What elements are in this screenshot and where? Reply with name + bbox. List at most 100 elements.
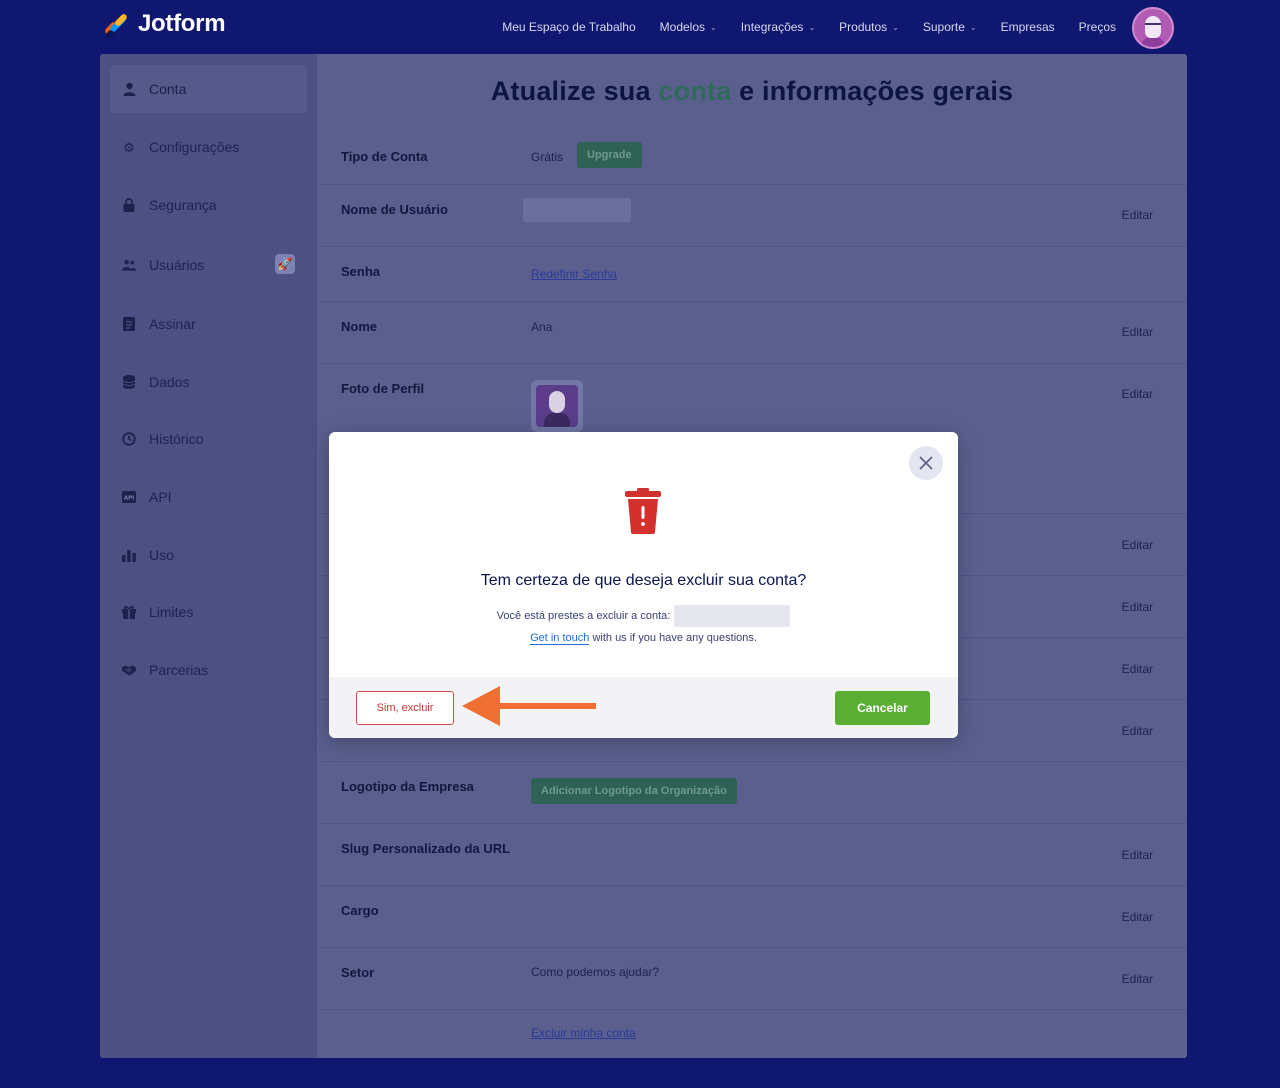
sidebar-item-configuracoes[interactable]: ⚙ Configurações (110, 123, 307, 171)
get-in-touch-link[interactable]: Get in touch (530, 632, 590, 645)
cancel-button[interactable]: Cancelar (835, 691, 930, 725)
field-label: Cargo (341, 903, 379, 918)
sidebar-item-limites[interactable]: Limites (110, 588, 307, 636)
edit-link[interactable]: Editar (1122, 600, 1153, 614)
database-icon (122, 375, 136, 389)
trash-warning-icon (625, 488, 661, 534)
field-label: Logotipo da Empresa (341, 779, 474, 794)
delete-account-link[interactable]: Excluir minha conta (531, 1026, 636, 1040)
sidebar-item-conta[interactable]: Conta (110, 65, 307, 113)
edit-link[interactable]: Editar (1122, 538, 1153, 552)
chevron-down-icon: ⌄ (892, 22, 899, 32)
upgrade-button[interactable]: Upgrade (577, 142, 642, 168)
nav-item-label: Modelos (659, 20, 706, 34)
chevron-down-icon: ⌄ (710, 22, 717, 32)
jotform-logo[interactable]: Jotform (103, 10, 226, 39)
nav-item-modelos[interactable]: Modelos ⌄ (660, 20, 717, 34)
sidebar-item-label: Configurações (149, 139, 240, 155)
sidebar-item-label: Segurança (149, 197, 217, 213)
add-logo-button[interactable]: Adicionar Logotipo da Organização (531, 778, 737, 804)
sidebar-item-assinar[interactable]: Assinar (110, 300, 307, 348)
sidebar-item-uso[interactable]: Uso (110, 531, 307, 579)
handshake-icon (122, 663, 136, 677)
annotation-arrow-icon (462, 686, 596, 726)
name-value: Ana (531, 320, 553, 334)
dialog-subtitle: Você está prestes a excluir a conta: (329, 605, 958, 627)
nav-item-workspace[interactable]: Meu Espaço de Trabalho (502, 20, 635, 34)
profile-photo[interactable] (531, 380, 583, 432)
profile-photo-image (536, 385, 578, 427)
edit-link[interactable]: Editar (1122, 848, 1153, 862)
sidebar-item-api[interactable]: API API (110, 473, 307, 521)
settings-sidebar: Conta ⚙ Configurações Segurança Usuários… (100, 54, 317, 1058)
field-label: Setor (341, 965, 375, 980)
brand-name: Jotform (138, 10, 226, 37)
sidebar-item-label: Parcerias (149, 662, 209, 678)
sidebar-item-label: API (149, 489, 172, 505)
reset-password-link[interactable]: Redefinir Senha (531, 267, 617, 281)
nav-item-suporte[interactable]: Suporte ⌄ (923, 20, 977, 34)
nav-item-produtos[interactable]: Produtos ⌄ (839, 20, 899, 34)
row-nome: Nome Ana Editar (317, 302, 1187, 364)
row-logotipo: Logotipo da Empresa (317, 762, 1187, 824)
page-title: Atualize sua conta e informações gerais (317, 76, 1187, 107)
svg-text:API: API (124, 496, 134, 502)
user-avatar[interactable] (1132, 7, 1174, 49)
sidebar-item-label: Conta (149, 81, 187, 97)
edit-link[interactable]: Editar (1122, 662, 1153, 676)
row-nome-usuario: Nome de Usuário Editar (317, 185, 1187, 247)
confirm-delete-button[interactable]: Sim, excluir (356, 691, 454, 725)
nav-item-label: Integrações (740, 20, 804, 34)
gift-icon (122, 605, 136, 619)
sidebar-item-dados[interactable]: Dados (110, 358, 307, 406)
sidebar-item-label: Usuários (149, 257, 205, 273)
sidebar-item-label: Assinar (149, 316, 196, 332)
avatar-face (1145, 16, 1161, 38)
page-title-accent: conta (658, 76, 732, 106)
delete-account-dialog: Tem certeza de que deseja excluir sua co… (329, 432, 958, 738)
dialog-title: Tem certeza de que deseja excluir sua co… (480, 572, 807, 589)
field-label: Senha (341, 264, 381, 279)
nav-item-label: Empresas (1000, 20, 1055, 34)
dialog-subtitle-text: Você está prestes a excluir a conta: (496, 609, 671, 622)
account-type-value: Grátis (531, 150, 564, 164)
field-label: Slug Personalizado da URL (341, 841, 511, 856)
edit-link[interactable]: Editar (1122, 910, 1153, 924)
edit-link[interactable]: Editar (1122, 208, 1153, 222)
avatar-body (1141, 37, 1165, 47)
sidebar-item-parcerias[interactable]: Parcerias (110, 646, 307, 694)
nav-item-label: Preços (1078, 20, 1116, 34)
nav-item-label: Produtos (839, 20, 888, 34)
row-setor: Setor Como podemos ajudar? Editar (317, 948, 1187, 1010)
redacted-username (523, 198, 631, 222)
redacted-account-name (674, 605, 791, 627)
sidebar-item-label: Limites (149, 604, 194, 620)
nav-item-integracoes[interactable]: Integrações ⌄ (741, 20, 815, 34)
top-navigation: Jotform Meu Espaço de Trabalho Modelos ⌄ … (0, 0, 1280, 54)
sidebar-item-seguranca[interactable]: Segurança (110, 181, 307, 229)
sidebar-item-label: Histórico (149, 431, 204, 447)
lock-icon (122, 198, 136, 212)
nav-item-precos[interactable]: Preços (1079, 20, 1116, 34)
users-icon (122, 258, 136, 272)
close-icon (919, 456, 933, 470)
sidebar-item-label: Dados (149, 374, 190, 390)
nav-item-empresas[interactable]: Empresas (1001, 20, 1055, 34)
sidebar-item-historico[interactable]: Histórico (110, 415, 307, 463)
history-icon (122, 432, 136, 446)
sign-icon (122, 317, 136, 331)
edit-link[interactable]: Editar (1122, 972, 1153, 986)
nav-item-label: Suporte (922, 20, 965, 34)
gear-icon: ⚙ (123, 139, 135, 155)
sidebar-item-usuarios[interactable]: Usuários 🚀 (110, 241, 307, 289)
row-slug: Slug Personalizado da URL Editar (317, 824, 1187, 886)
edit-link[interactable]: Editar (1122, 724, 1153, 738)
field-label: Tipo de Conta (341, 149, 428, 164)
row-tipo-conta: Tipo de Conta Grátis (317, 122, 1187, 185)
edit-link[interactable]: Editar (1122, 387, 1153, 401)
dialog-help: Get in touch with us if you have any que… (329, 632, 958, 645)
close-button[interactable] (909, 446, 943, 480)
edit-link[interactable]: Editar (1122, 325, 1153, 339)
user-icon (122, 82, 136, 96)
page-title-text: Atualize sua (490, 76, 659, 106)
